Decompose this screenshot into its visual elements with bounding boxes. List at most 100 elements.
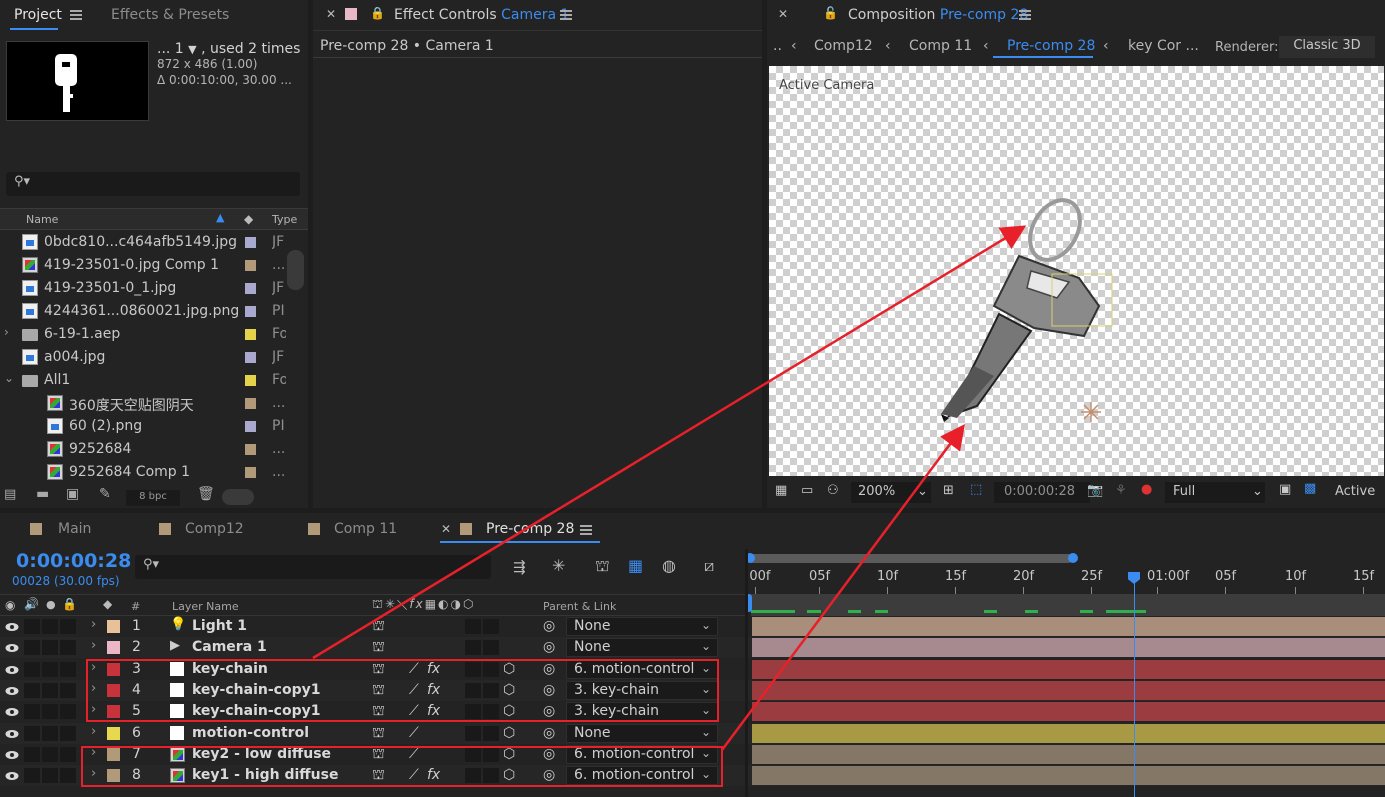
label-color-swatch[interactable] bbox=[107, 726, 120, 740]
expand-chevron-icon[interactable]: ⌄ bbox=[4, 371, 14, 385]
lock-icon[interactable]: 🔓 bbox=[823, 6, 838, 20]
pick-whip-icon[interactable]: ◎ bbox=[543, 639, 555, 655]
light-icon[interactable] bbox=[1081, 402, 1101, 422]
layer-name[interactable]: motion-control bbox=[192, 725, 309, 741]
tab-comp11[interactable]: Comp 11 bbox=[334, 521, 397, 537]
label-color-swatch[interactable] bbox=[107, 641, 120, 655]
audio-toggle-cell[interactable] bbox=[24, 661, 40, 677]
label-color-swatch[interactable] bbox=[245, 375, 256, 386]
show-snapshot-icon[interactable]: ⚘ bbox=[1115, 483, 1127, 498]
time-navigator[interactable] bbox=[748, 554, 1072, 563]
composition-mini-flowchart-icon[interactable]: ⇶ bbox=[513, 558, 526, 576]
audio-toggle-cell[interactable] bbox=[24, 682, 40, 698]
layer-name[interactable]: Camera 1 bbox=[192, 639, 267, 655]
mask-view-icon[interactable]: ⚇ bbox=[827, 483, 839, 498]
quality-switch-icon[interactable]: ⟋ bbox=[409, 725, 419, 741]
audio-toggle-cell[interactable] bbox=[24, 768, 40, 784]
label-color-swatch[interactable] bbox=[245, 283, 256, 294]
solo-toggle-cell[interactable] bbox=[42, 661, 58, 677]
layer-duration-bar[interactable] bbox=[752, 617, 1385, 636]
label-color-swatch[interactable] bbox=[245, 260, 256, 271]
project-item[interactable]: ⌄ All1 Fo bbox=[0, 369, 308, 392]
project-item[interactable]: a004.jpg JF bbox=[0, 346, 308, 369]
interpret-footage-icon[interactable]: ▤ bbox=[4, 487, 16, 502]
project-item[interactable]: 4244361...0860021.jpg.png PI bbox=[0, 300, 308, 323]
effect-controls-tab-label[interactable]: Effect Controls bbox=[394, 7, 497, 23]
motion-blur-cell[interactable] bbox=[465, 640, 481, 656]
expand-chevron-icon[interactable]: › bbox=[91, 724, 96, 739]
pick-whip-icon[interactable]: ◎ bbox=[543, 618, 555, 634]
audio-toggle-icon[interactable]: 🔊 bbox=[24, 597, 39, 611]
project-item[interactable]: 419-23501-0_1.jpg JF bbox=[0, 277, 308, 300]
new-composition-icon[interactable]: ▣ bbox=[66, 486, 79, 502]
flow-item-comp12[interactable]: Comp12 bbox=[814, 38, 873, 54]
toggle-transparency-icon[interactable]: ▩ bbox=[1304, 481, 1316, 496]
layer-duration-bar[interactable] bbox=[752, 766, 1385, 786]
draft-3d-icon[interactable]: ✳ bbox=[552, 556, 565, 575]
label-color-swatch[interactable] bbox=[245, 398, 256, 409]
project-item[interactable]: 60 (2).png PI bbox=[0, 415, 308, 438]
active-camera-view[interactable]: Active bbox=[1335, 484, 1375, 499]
project-item[interactable]: 360度天空贴图阴天... bbox=[0, 392, 308, 415]
motion-blur-icon[interactable]: ◍ bbox=[662, 556, 676, 575]
layer-duration-bar[interactable] bbox=[752, 638, 1385, 658]
parent-link-dropdown[interactable]: None ⌄ bbox=[566, 723, 718, 743]
composition-tab-label[interactable]: Composition bbox=[848, 7, 935, 23]
eye-visibility-icon[interactable] bbox=[5, 727, 19, 738]
label-color-swatch[interactable] bbox=[245, 352, 256, 363]
close-icon[interactable]: ✕ bbox=[441, 522, 451, 536]
time-ruler[interactable]: :00f 05f 10f 15f 20f 25f 01:00f 05f 10f 15f bbox=[745, 565, 1385, 595]
project-item[interactable]: 0bdc810...c464afb5149.jpg JF bbox=[0, 231, 308, 254]
layer-duration-bar[interactable] bbox=[752, 702, 1385, 722]
adjustment-cell[interactable] bbox=[483, 640, 499, 656]
label-tag-icon[interactable]: ◆ bbox=[103, 597, 112, 611]
flow-item-key[interactable]: key Cor ... bbox=[1128, 38, 1199, 54]
fast-preview-icon[interactable]: ▣ bbox=[1279, 482, 1291, 497]
flow-item-comp11[interactable]: Comp 11 bbox=[909, 38, 972, 54]
composition-viewer[interactable]: Active Camera bbox=[769, 66, 1384, 476]
shy-switch-icon[interactable]: ⛫ bbox=[372, 725, 385, 743]
label-color-swatch[interactable] bbox=[245, 467, 256, 478]
shy-switch-icon[interactable]: ⛫ bbox=[372, 639, 385, 657]
video-toggle-icon[interactable]: ◉ bbox=[5, 598, 15, 612]
audio-toggle-cell[interactable] bbox=[24, 619, 40, 634]
project-item[interactable]: 419-23501-0.jpg Comp 1... bbox=[0, 254, 308, 277]
lock-toggle-cell[interactable] bbox=[60, 746, 76, 762]
project-item[interactable]: 9252684 Comp 1... bbox=[0, 461, 308, 484]
motion-blur-cell[interactable] bbox=[465, 619, 481, 634]
expand-chevron-icon[interactable]: › bbox=[91, 638, 96, 653]
layer-duration-bar[interactable] bbox=[752, 680, 1385, 700]
lock-toggle-cell[interactable] bbox=[60, 704, 76, 720]
parent-link-dropdown[interactable]: None ⌄ bbox=[566, 638, 718, 658]
sort-ascending-icon[interactable]: ▲ bbox=[216, 211, 224, 224]
eye-visibility-icon[interactable] bbox=[5, 620, 19, 631]
close-icon[interactable]: ✕ bbox=[326, 7, 336, 21]
solo-toggle-cell[interactable] bbox=[42, 725, 58, 741]
tab-comp12[interactable]: Comp12 bbox=[185, 521, 244, 537]
expand-chevron-icon[interactable]: › bbox=[4, 325, 9, 339]
audio-toggle-cell[interactable] bbox=[24, 640, 40, 656]
label-color-swatch[interactable] bbox=[245, 329, 256, 340]
camera-snapshot-icon[interactable]: 📷 bbox=[1087, 483, 1103, 498]
adjustment-cell[interactable] bbox=[483, 619, 499, 634]
motion-blur-cell[interactable] bbox=[465, 725, 481, 741]
solo-toggle-cell[interactable] bbox=[42, 768, 58, 784]
hamburger-menu-icon[interactable] bbox=[1019, 10, 1031, 20]
thumbnail-slider[interactable] bbox=[222, 489, 254, 505]
lock-toggle-cell[interactable] bbox=[60, 619, 76, 634]
timeline-search-input[interactable]: ⚲▾ bbox=[135, 555, 491, 579]
shy-layers-icon[interactable]: ⛫ bbox=[595, 556, 610, 577]
lock-toggle-cell[interactable] bbox=[60, 725, 76, 741]
hamburger-menu-icon[interactable] bbox=[580, 525, 592, 535]
adjustment-cell[interactable] bbox=[483, 725, 499, 741]
layer-duration-bar[interactable] bbox=[752, 744, 1385, 764]
hamburger-menu-icon[interactable] bbox=[70, 10, 82, 20]
hamburger-menu-icon[interactable] bbox=[560, 10, 572, 20]
layer-row[interactable]: › 6 motion-control ⛫ ⟋ ⬡ ◎ None ⌄ bbox=[0, 722, 1385, 744]
solo-toggle-cell[interactable] bbox=[42, 640, 58, 656]
col-layer-name-header[interactable]: Layer Name bbox=[172, 600, 239, 613]
bpc-toggle[interactable]: 8 bpc bbox=[126, 490, 180, 506]
lock-icon[interactable]: 🔒 bbox=[62, 597, 77, 611]
trash-icon[interactable]: 🗑 bbox=[197, 486, 215, 502]
solo-toggle-cell[interactable] bbox=[42, 682, 58, 698]
